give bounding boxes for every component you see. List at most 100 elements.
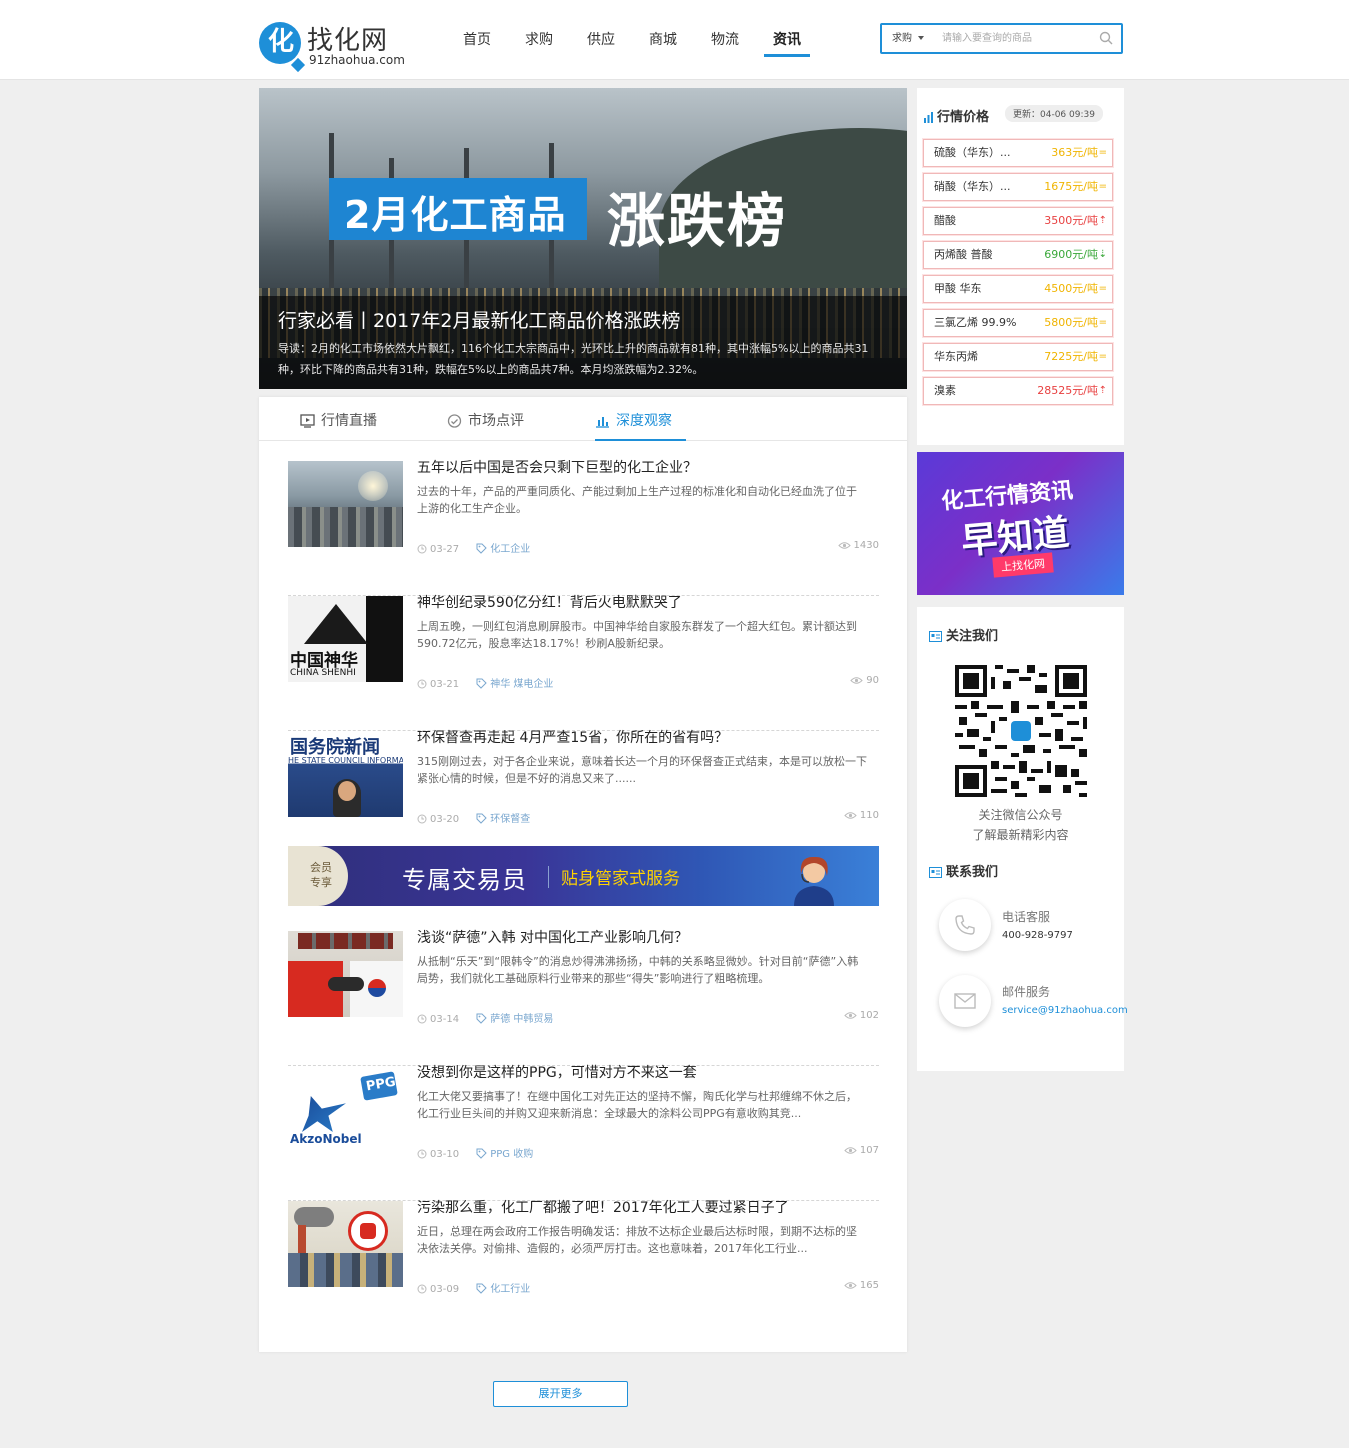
search-type-select[interactable]: 求购 <box>892 25 924 52</box>
article-item[interactable]: 污染那么重，化工厂都搬了吧！2017年化工人要过紧日子了 近日，总理在两会政府工… <box>288 1200 879 1336</box>
tab-live[interactable]: 行情直播 <box>300 397 377 441</box>
site-header: 化 找化网 91zhaohua.com 首页 求购 供应 商城 物流 资讯 求购 <box>0 0 1349 80</box>
article-views: 107 <box>844 1145 879 1156</box>
price-name: 甲酸 华东 <box>934 282 982 295</box>
article-meta: 03-14 萨德 中韩贸易 <box>417 1010 553 1025</box>
article-thumbnail[interactable] <box>288 1201 403 1287</box>
price-row[interactable]: 硫酸（华东）... 363元/吨 = <box>923 139 1113 167</box>
article-tags[interactable]: 化工企业 <box>476 543 530 555</box>
email-button[interactable] <box>939 975 991 1027</box>
article-item[interactable]: PPG AkzoNobel 没想到你是这样的PPG，可惜对方不来这一套 化工大佬… <box>288 1065 879 1201</box>
article-tags[interactable]: 神华 煤电企业 <box>476 678 553 690</box>
nav-buy[interactable]: 求购 <box>508 0 570 80</box>
search-icon[interactable] <box>1099 31 1113 45</box>
banner-lead: 导读：2月的化工市场依然大片飘红，116个化工大宗商品中，光环比上升的商品就有8… <box>278 342 869 376</box>
price-value: 3500元/吨 <box>1044 214 1098 227</box>
nav-home[interactable]: 首页 <box>446 0 508 80</box>
hero-banner[interactable]: 2月化工商品 涨跌榜 行家必看丨2017年2月最新化工商品价格涨跌榜 导读：2月… <box>259 88 907 389</box>
price-row[interactable]: 丙烯酸 普酸 6900元/吨 ⇣ <box>923 241 1113 269</box>
trend-flat-icon: = <box>1098 351 1107 362</box>
nav-logistics[interactable]: 物流 <box>694 0 756 80</box>
nav-supply[interactable]: 供应 <box>570 0 632 80</box>
article-tags[interactable]: PPG 收购 <box>476 1148 533 1160</box>
price-row[interactable]: 三氯乙烯 99.9% 5800元/吨 = <box>923 309 1113 337</box>
price-row[interactable]: 醋酸 3500元/吨 ⇡ <box>923 207 1113 235</box>
phone-number[interactable]: 400-928-9797 <box>1002 930 1073 941</box>
search-input[interactable] <box>942 28 1092 49</box>
article-summary: 315刚刚过去，对于各企业来说，意味着长达一个月的环保督查正式结束，本是可以放松… <box>417 755 867 785</box>
thumbnail-akzonobel-figure-graphic <box>302 1096 346 1132</box>
thumbnail-caption: HE STATE COUNCIL INFORMAT <box>288 756 403 765</box>
article-summary: 过去的十年，产品的严重同质化、产能过剩加上生产过程的标准化和自动化已经血洗了位于… <box>417 485 857 515</box>
logo-domain: 91zhaohua.com <box>309 53 405 67</box>
qr-caption-2: 了解最新精彩内容 <box>972 828 1069 842</box>
nav-mall[interactable]: 商城 <box>632 0 694 80</box>
vip-service-banner[interactable]: 会员专享 专属交易员 贴身管家式服务 <box>288 846 879 906</box>
article-item[interactable]: 五年以后中国是否会只剩下巨型的化工企业？ 过去的十年，产品的严重同质化、产能过剩… <box>288 460 879 596</box>
qr-caption-1: 关注微信公众号 <box>978 808 1063 822</box>
price-value: 4500元/吨 <box>1044 282 1098 295</box>
trend-flat-icon: = <box>1098 317 1107 328</box>
thumbnail-korea-emblem-graphic <box>368 979 386 997</box>
banner-headline[interactable]: 行家必看丨2017年2月最新化工商品价格涨跌榜 <box>278 306 680 333</box>
email-address[interactable]: service@91zhaohua.com <box>1002 1005 1128 1016</box>
trend-up-icon: ⇡ <box>1098 215 1107 226</box>
article-title[interactable]: 没想到你是这样的PPG，可惜对方不来这一套 <box>417 1062 697 1082</box>
thumbnail-logo-graphic <box>304 604 368 644</box>
article-title[interactable]: 浅谈“萨德”入韩 对中国化工产业影响几何？ <box>417 927 688 947</box>
clock-icon <box>417 544 427 554</box>
article-tags[interactable]: 萨德 中韩贸易 <box>476 1013 553 1025</box>
follow-title: 关注我们 <box>929 625 998 644</box>
article-item[interactable]: 中国神华 CHINA SHENHI 神华创纪录590亿分红！背后火电默默哭了 上… <box>288 595 879 731</box>
mail-icon <box>954 993 976 1009</box>
tab-insight[interactable]: 深度观察 <box>595 397 686 441</box>
market-info-ad[interactable]: 化工行情资讯 早知道 上找化网 <box>917 452 1124 595</box>
price-row[interactable]: 硝酸（华东）... 1675元/吨 = <box>923 173 1113 201</box>
site-logo[interactable]: 化 找化网 91zhaohua.com <box>259 22 409 67</box>
article-tags[interactable]: 环保督查 <box>476 813 530 825</box>
article-tags[interactable]: 化工行业 <box>476 1283 530 1295</box>
article-views: 1430 <box>837 540 879 551</box>
article-meta: 03-20 环保督查 <box>417 810 530 825</box>
trend-flat-icon: = <box>1098 147 1107 158</box>
load-more-button[interactable]: 展开更多 <box>493 1381 628 1407</box>
wechat-qr-code[interactable] <box>955 665 1087 797</box>
phone-button[interactable] <box>939 899 991 951</box>
main-nav: 首页 求购 供应 商城 物流 资讯 <box>446 0 818 80</box>
article-thumbnail[interactable] <box>288 931 403 1017</box>
phone-label: 电话客服 <box>1002 910 1051 924</box>
price-row[interactable]: 华东丙烯 7225元/吨 = <box>923 343 1113 371</box>
search-box: 求购 <box>880 23 1123 54</box>
article-summary: 从抵制“乐天”到“限韩令”的消息炒得沸沸扬扬，中韩的关系略显微妙。针对目前“萨德… <box>417 955 859 985</box>
tag-icon <box>476 543 487 554</box>
article-title[interactable]: 神华创纪录590亿分红！背后火电默默哭了 <box>417 592 682 612</box>
price-row[interactable]: 溴素 28525元/吨 ⇡ <box>923 377 1113 405</box>
article-views: 90 <box>850 675 879 686</box>
trend-flat-icon: = <box>1098 181 1107 192</box>
ad-line-3: 上找化网 <box>992 552 1054 578</box>
article-title[interactable]: 污染那么重，化工厂都搬了吧！2017年化工人要过紧日子了 <box>417 1197 789 1217</box>
article-thumbnail[interactable]: PPG AkzoNobel <box>288 1066 403 1152</box>
bar-chart-icon <box>924 112 933 123</box>
eye-icon <box>837 542 851 549</box>
eye-icon <box>844 1012 857 1019</box>
card-icon <box>929 867 942 878</box>
trend-flat-icon: = <box>1098 283 1107 294</box>
article-meta: 03-21 神华 煤电企业 <box>417 675 553 690</box>
article-item[interactable]: 浅谈“萨德”入韩 对中国化工产业影响几何？ 从抵制“乐天”到“限韩令”的消息炒得… <box>288 930 879 1066</box>
price-row[interactable]: 甲酸 华东 4500元/吨 = <box>923 275 1113 303</box>
tag-icon <box>476 813 487 824</box>
comment-icon <box>447 414 462 428</box>
tab-review[interactable]: 市场点评 <box>447 397 524 441</box>
price-name: 醋酸 <box>934 214 956 227</box>
article-thumbnail[interactable]: 国务院新闻 HE STATE COUNCIL INFORMAT <box>288 731 403 817</box>
article-thumbnail[interactable] <box>288 461 403 547</box>
thumbnail-factory-graphic <box>288 1253 403 1287</box>
logo-title: 找化网 <box>307 26 389 56</box>
thumbnail-sun-graphic <box>358 471 388 501</box>
article-title[interactable]: 五年以后中国是否会只剩下巨型的化工企业？ <box>417 457 697 477</box>
nav-news[interactable]: 资讯 <box>756 0 818 80</box>
tv-icon <box>300 414 315 428</box>
article-thumbnail[interactable]: 中国神华 CHINA SHENHI <box>288 596 403 682</box>
article-title[interactable]: 环保督查再走起 4月严查15省，你所在的省有吗？ <box>417 727 728 747</box>
